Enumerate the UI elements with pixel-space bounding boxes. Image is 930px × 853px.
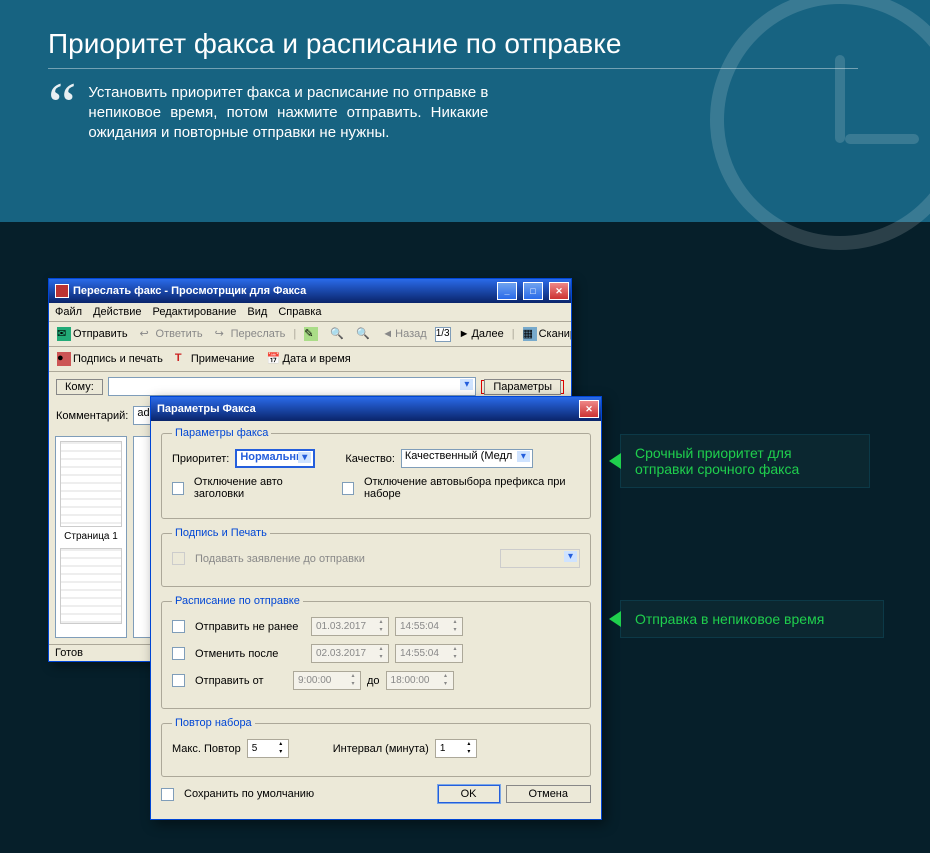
priority-label: Приоритет: — [172, 453, 229, 465]
time-to[interactable]: 18:00:00 — [386, 671, 454, 690]
next-button[interactable]: ► Далее — [455, 326, 508, 342]
group-sign: Подпись и Печать Подавать заявление до о… — [161, 527, 591, 587]
menu-action[interactable]: Действие — [93, 306, 141, 318]
time-not-before[interactable]: 14:55:04 — [395, 617, 463, 636]
send-button[interactable]: ✉Отправить — [53, 325, 132, 343]
stamp-icon: ● — [57, 352, 71, 366]
thumb-2[interactable] — [60, 548, 122, 624]
chk-send-from[interactable] — [172, 674, 185, 687]
dialog-title-bar[interactable]: Параметры Факса ✕ — [151, 397, 601, 421]
header-desc: Установить приоритет факса и расписание … — [88, 83, 488, 143]
group-redial: Повтор набора Макс. Повтор 5 Интервал (м… — [161, 717, 591, 777]
chk-apply-before — [172, 552, 185, 565]
tool-icon-2[interactable]: 🔍 — [326, 325, 348, 343]
max-repeat-label: Макс. Повтор — [172, 743, 241, 755]
viewer-title-bar[interactable]: Переслать факс - Просмотрщик для Факса _… — [49, 279, 571, 303]
back-button[interactable]: ◄ Назад — [378, 326, 430, 342]
note-button[interactable]: TПримечание — [171, 350, 259, 368]
chk-not-before[interactable] — [172, 620, 185, 633]
calendar-icon: 📅 — [267, 352, 281, 366]
window-title: Переслать факс - Просмотрщик для Факса — [73, 285, 491, 297]
send-icon: ✉ — [57, 327, 71, 341]
forward-icon: ↪ — [215, 327, 229, 341]
minimize-button[interactable]: _ — [497, 282, 517, 300]
interval-input[interactable]: 1 — [435, 739, 477, 758]
toolbar-1: ✉Отправить ↩Ответить ↪Переслать | ✎ 🔍 🔍 … — [49, 322, 571, 347]
sign-select — [500, 549, 580, 568]
text-icon: T — [175, 352, 189, 366]
cancel-button[interactable]: Отмена — [506, 785, 591, 803]
interval-label: Интервал (минута) — [333, 743, 429, 755]
reply-icon: ↩ — [140, 327, 154, 341]
group-fax-params: Параметры факса Приоритет: Нормальнь Кач… — [161, 427, 591, 519]
clock-icon — [710, 0, 930, 250]
legend-params: Параметры факса — [172, 427, 271, 439]
thumb-label: Страница 1 — [60, 531, 122, 542]
legend-redial: Повтор набора — [172, 717, 255, 729]
legend-schedule: Расписание по отправке — [172, 595, 303, 607]
toolbar-2: ●Подпись и печать TПримечание 📅Дата и вр… — [49, 347, 571, 372]
date-not-before[interactable]: 01.03.2017 — [311, 617, 389, 636]
params-button[interactable]: Параметры — [484, 379, 561, 395]
sign-button[interactable]: ●Подпись и печать — [53, 350, 167, 368]
to-input[interactable]: ▾ — [108, 377, 477, 396]
quality-select[interactable]: Качественный (Медл — [401, 449, 533, 468]
quote-icon: “ — [48, 83, 76, 143]
callout-priority: Срочный приоритет для отправки срочного … — [620, 434, 870, 488]
header-band: Приоритет факса и расписание по отправке… — [0, 0, 930, 222]
legend-sign: Подпись и Печать — [172, 527, 270, 539]
menu-file[interactable]: Файл — [55, 306, 82, 318]
dialog-title: Параметры Факса — [157, 403, 573, 415]
page-input[interactable]: 1/3 — [435, 327, 451, 342]
chk-auto-prefix[interactable] — [342, 482, 354, 495]
chk-cancel-after[interactable] — [172, 647, 185, 660]
menu-help[interactable]: Справка — [278, 306, 321, 318]
chk-auto-header[interactable] — [172, 482, 184, 495]
tool-icon-3[interactable]: 🔍 — [352, 325, 374, 343]
time-from[interactable]: 9:00:00 — [293, 671, 361, 690]
params-highlight: Параметры — [481, 380, 564, 394]
menu-edit[interactable]: Редактирование — [153, 306, 237, 318]
comment-label: Комментарий: — [56, 410, 128, 422]
fax-params-dialog: Параметры Факса ✕ Параметры факса Приори… — [150, 396, 602, 820]
dialog-close-button[interactable]: ✕ — [579, 400, 599, 418]
callout-schedule: Отправка в непиковое время — [620, 600, 884, 638]
quality-label: Качество: — [345, 453, 395, 465]
maximize-button[interactable]: □ — [523, 282, 543, 300]
date-cancel-after[interactable]: 02.03.2017 — [311, 644, 389, 663]
to-button[interactable]: Кому: — [56, 379, 103, 395]
close-button[interactable]: ✕ — [549, 282, 569, 300]
reply-button[interactable]: ↩Ответить — [136, 325, 207, 343]
chk-save-default[interactable] — [161, 788, 174, 801]
max-repeat-input[interactable]: 5 — [247, 739, 289, 758]
menu-view[interactable]: Вид — [247, 306, 267, 318]
scan-button[interactable]: ▦Сканирование — [519, 325, 571, 343]
priority-select[interactable]: Нормальнь — [235, 449, 315, 468]
app-icon — [55, 284, 69, 298]
arrow-icon — [609, 611, 621, 627]
time-cancel-after[interactable]: 14:55:04 — [395, 644, 463, 663]
forward-button[interactable]: ↪Переслать — [211, 325, 290, 343]
group-schedule: Расписание по отправке Отправить не ране… — [161, 595, 591, 709]
thumb-1[interactable] — [60, 441, 122, 527]
datetime-button[interactable]: 📅Дата и время — [263, 350, 355, 368]
menu-bar: Файл Действие Редактирование Вид Справка — [49, 303, 571, 322]
thumbnail-panel: Страница 1 — [55, 436, 127, 638]
ok-button[interactable]: OK — [438, 785, 500, 803]
arrow-icon — [609, 453, 621, 469]
tool-icon-1[interactable]: ✎ — [300, 325, 322, 343]
